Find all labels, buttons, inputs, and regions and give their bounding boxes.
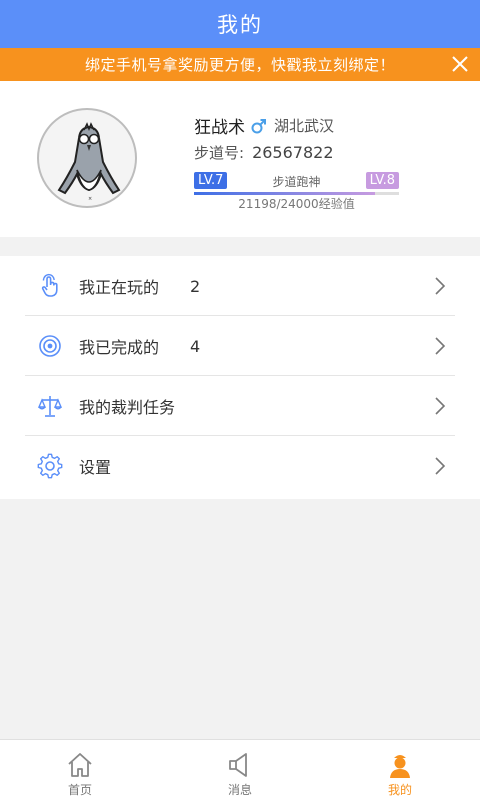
svg-text:×: × — [88, 196, 92, 202]
bottom-tab-bar: 首页 消息 我的 — [0, 739, 480, 800]
menu-label: 设置 — [79, 458, 112, 477]
menu-list: 我正在玩的 2 我已完成的 4 我的裁判任务 设置 — [0, 256, 480, 499]
menu-label: 我正在玩的 — [79, 278, 160, 297]
tab-messages[interactable]: 消息 — [160, 740, 320, 800]
user-icon — [390, 755, 410, 778]
tab-mine[interactable]: 我的 — [320, 740, 480, 800]
close-icon[interactable] — [448, 52, 472, 76]
chevron-right-icon — [435, 397, 446, 415]
menu-count: 4 — [190, 336, 201, 356]
chevron-right-icon — [435, 457, 446, 475]
chevron-right-icon — [435, 337, 446, 355]
target-icon — [39, 335, 61, 357]
menu-item-playing[interactable]: 我正在玩的 2 — [0, 256, 480, 316]
megaphone-icon — [229, 753, 247, 777]
header-bar: 我的 — [0, 0, 480, 48]
touch-icon — [41, 273, 58, 297]
menu-count: 2 — [190, 276, 201, 296]
exp-text: 21198/24000经验值 — [238, 197, 355, 211]
banner-text[interactable]: 绑定手机号拿奖励更方便，快戳我立刻绑定！ — [85, 54, 395, 75]
gear-icon — [37, 453, 63, 479]
avatar[interactable]: × — [37, 108, 137, 208]
tab-label: 消息 — [227, 783, 252, 797]
bind-phone-banner[interactable]: 绑定手机号拿奖励更方便，快戳我立刻绑定！ — [0, 48, 480, 81]
home-icon — [68, 753, 92, 777]
user-id-label: 步道号: — [194, 144, 245, 162]
level-row: 步道跑神 LV.7 LV.8 — [194, 172, 399, 190]
menu-label: 我已完成的 — [79, 338, 160, 357]
level-current-badge: LV.7 — [194, 172, 228, 189]
tab-home[interactable]: 首页 — [0, 740, 160, 800]
chevron-right-icon — [435, 277, 446, 295]
tab-label: 首页 — [67, 783, 92, 797]
menu-item-completed[interactable]: 我已完成的 4 — [0, 316, 480, 376]
scales-icon — [37, 396, 63, 417]
menu-label: 我的裁判任务 — [79, 398, 176, 417]
user-name: 狂战术 — [194, 118, 245, 138]
male-icon — [251, 118, 266, 133]
level-next-badge: LV.8 — [365, 172, 399, 189]
menu-item-settings[interactable]: 设置 — [0, 436, 480, 496]
user-id: 步道号: 26567822 — [194, 142, 334, 163]
menu-item-referee-tasks[interactable]: 我的裁判任务 — [0, 376, 480, 436]
tab-label: 我的 — [387, 783, 412, 797]
name-row: 狂战术 湖北武汉 — [194, 113, 334, 138]
user-location: 湖北武汉 — [274, 117, 335, 135]
user-id-value: 26567822 — [252, 143, 334, 162]
page-title: 我的 — [217, 13, 263, 37]
profile-card: × 狂战术 湖北武汉 步道号: 26567822 步道跑神 LV.7 LV.8 2… — [0, 81, 480, 237]
